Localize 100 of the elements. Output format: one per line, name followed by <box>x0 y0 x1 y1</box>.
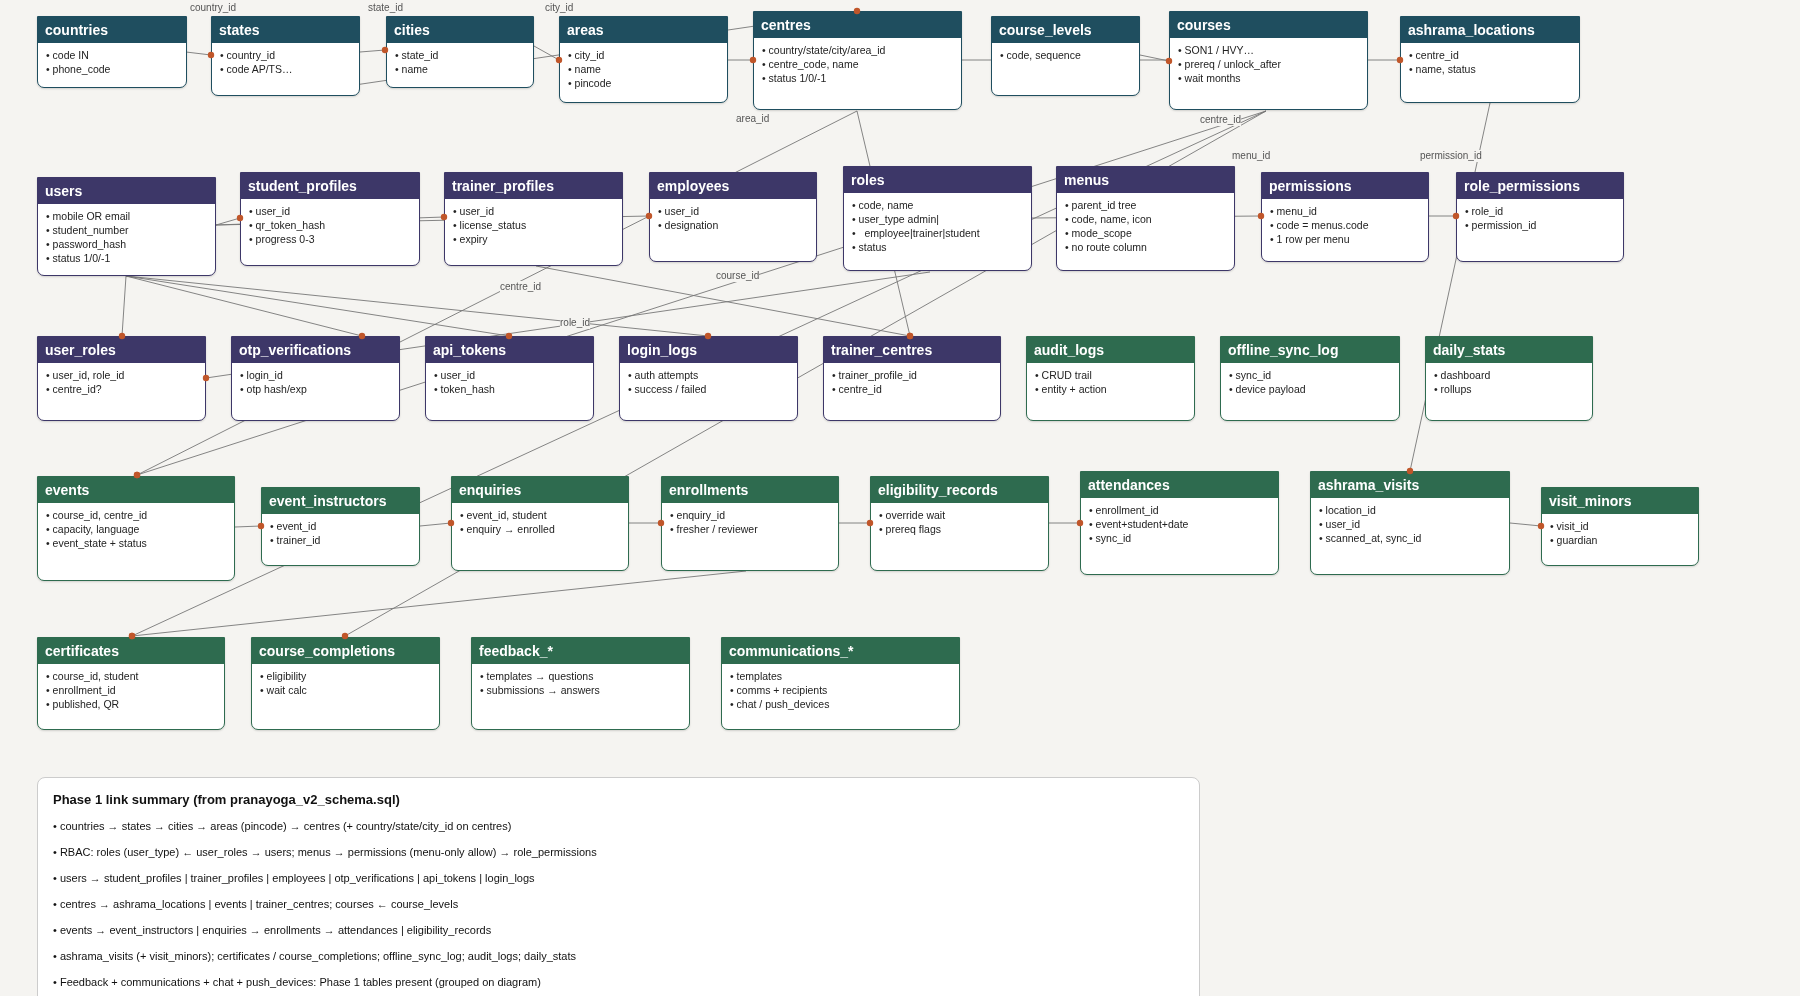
table-title: visit_minors <box>1542 488 1698 514</box>
field-text: • expiry <box>453 232 488 246</box>
field-text: • prereq flags <box>879 522 942 536</box>
table-title: ashrama_locations <box>1401 17 1579 43</box>
table-title: audit_logs <box>1027 337 1194 363</box>
table-title: ashrama_visits <box>1311 472 1509 498</box>
connector-dot <box>866 519 874 527</box>
field-text: • employee|trainer|student <box>852 226 980 240</box>
field-text: • otp hash/exp <box>240 382 307 396</box>
field-text: • scanned_at, sync_id <box>1319 531 1422 545</box>
field-text: • user_id, role_id <box>46 368 125 382</box>
field-text: • 1 row per menu <box>1270 232 1350 246</box>
field-text: • trainer_profile_id <box>832 368 917 382</box>
connector-dot <box>1537 522 1545 530</box>
field-text: • parent_id tree <box>1065 198 1137 212</box>
table-title: role_permissions <box>1457 173 1623 199</box>
connector-dot <box>1257 212 1265 220</box>
field-text: • city_id <box>568 48 605 62</box>
connector-dot <box>341 632 349 640</box>
edge-label: centre_id <box>500 281 542 293</box>
field-text: • device payload <box>1229 382 1306 396</box>
field-text: • permission_id <box>1465 218 1537 232</box>
field-text: • student_number <box>46 223 129 237</box>
connector-dot <box>853 7 861 15</box>
field-text: • enquiry_id <box>670 508 726 522</box>
table-title: states <box>212 17 359 43</box>
connector-dot <box>749 56 757 64</box>
field-text: • rollups <box>1434 382 1472 396</box>
edge-label: course_id <box>716 270 760 282</box>
field-text: • mode_scope <box>1065 226 1132 240</box>
field-text: • centre_id <box>832 382 882 396</box>
field-text: • SON1 / HVY… <box>1178 43 1255 57</box>
connector-dot <box>447 519 455 527</box>
field-text: • centre_code, name <box>762 57 859 71</box>
field-text: • enrollment_id <box>1089 503 1159 517</box>
connector-dot <box>505 332 513 340</box>
field-text: • templates → questions <box>480 669 594 683</box>
table-title: feedback_* <box>472 638 689 664</box>
field-text: • status <box>852 240 887 254</box>
summary-line: • RBAC: roles (user_type) ← user_roles → users; menus → permissions (menu-only allow) → role_permissions <box>53 845 598 859</box>
table-title: eligibility_records <box>871 477 1048 503</box>
field-text: • code = menus.code <box>1270 218 1369 232</box>
table-title: events <box>38 477 234 503</box>
connector-dot <box>207 51 215 59</box>
table-title: attendances <box>1081 472 1278 498</box>
field-text: • CRUD trail <box>1035 368 1092 382</box>
summary-line: • ashrama_visits (+ visit_minors); certificates / course_completions; offline_sync_log; audit_logs; daily_stats <box>53 949 578 963</box>
field-text: • dashboard <box>1434 368 1491 382</box>
field-text: • progress 0-3 <box>249 232 315 246</box>
edge-label: role_id <box>560 317 591 329</box>
table-title: areas <box>560 17 727 43</box>
summary-line: • Feedback + communications + chat + push_devices: Phase 1 tables present (grouped on diagram) <box>53 975 542 989</box>
field-text: • entity + action <box>1035 382 1107 396</box>
field-text: • user_id <box>658 204 700 218</box>
summary-line: • countries → states → cities → areas (pincode) → centres (+ country/state/city_id on centres) <box>53 819 513 833</box>
field-text: • role_id <box>1465 204 1504 218</box>
field-text: • status 1/0/-1 <box>762 71 827 85</box>
field-text: • state_id <box>395 48 439 62</box>
table-title: courses <box>1170 12 1367 38</box>
table-title: centres <box>754 12 961 38</box>
table-title: course_levels <box>992 17 1139 43</box>
field-text: • event_id <box>270 519 317 533</box>
field-text: • course_id, student <box>46 669 139 683</box>
field-text: • wait months <box>1178 71 1241 85</box>
field-text: • centre_id? <box>46 382 102 396</box>
field-text: • user_id <box>453 204 495 218</box>
field-text: • chat / push_devices <box>730 697 830 711</box>
table-title: cities <box>387 17 533 43</box>
field-text: • prereq / unlock_after <box>1178 57 1281 71</box>
edge-label: state_id <box>368 2 404 14</box>
field-text: • capacity, language <box>46 522 140 536</box>
table-title: communications_* <box>722 638 959 664</box>
connector-dot <box>1406 467 1414 475</box>
table-title: event_instructors <box>262 488 419 514</box>
summary-title: Phase 1 link summary (from pranayoga_v2_schema.sql) <box>53 792 401 808</box>
edge-label: city_id <box>545 2 574 14</box>
field-text: • password_hash <box>46 237 127 251</box>
edge-label: menu_id <box>1232 150 1271 162</box>
table-title: enrollments <box>662 477 838 503</box>
table-title: login_logs <box>620 337 797 363</box>
field-text: • name <box>395 62 428 76</box>
summary-line: • users → student_profiles | trainer_profiles | employees | otp_verifications | api_tokens | login_logs <box>53 871 536 885</box>
connector-dot <box>236 214 244 222</box>
connector-dot <box>202 374 210 382</box>
connector-dot <box>358 332 366 340</box>
field-text: • user_id <box>249 204 291 218</box>
table-title: daily_stats <box>1426 337 1592 363</box>
field-text: • templates <box>730 669 783 683</box>
field-text: • code, sequence <box>1000 48 1081 62</box>
field-text: • location_id <box>1319 503 1376 517</box>
field-text: • event_id, student <box>460 508 547 522</box>
table-title: countries <box>38 17 186 43</box>
field-text: • status 1/0/-1 <box>46 251 111 265</box>
edge-label: country_id <box>190 2 237 14</box>
edge-label: centre_id <box>1200 114 1242 126</box>
field-text: • name <box>568 62 601 76</box>
field-text: • fresher / reviewer <box>670 522 758 536</box>
field-text: • enquiry → enrolled <box>460 522 555 536</box>
field-text: • menu_id <box>1270 204 1317 218</box>
field-text: • code, name <box>852 198 914 212</box>
